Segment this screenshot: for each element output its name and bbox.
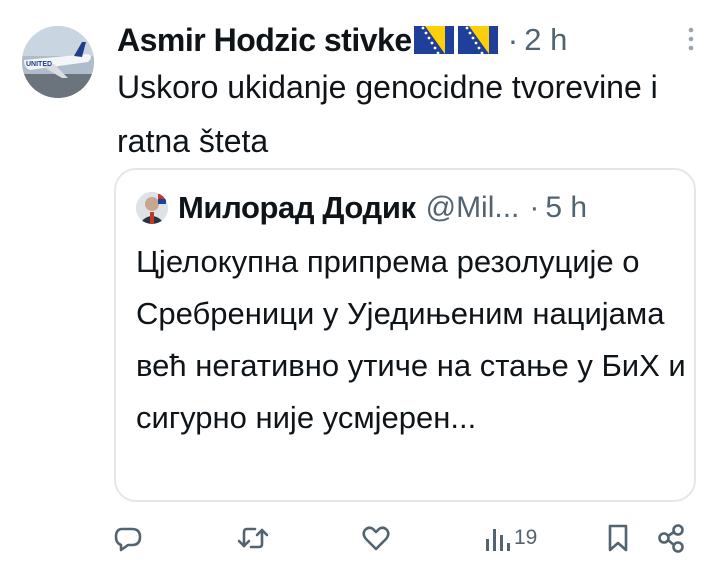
quoted-post-text: Цјелокупна припрема резолуције о Сребрен…	[136, 244, 686, 435]
bookmark-icon	[608, 524, 628, 552]
author-avatar[interactable]: UNITED	[22, 26, 94, 98]
quoted-author-handle: @Mil...	[425, 191, 520, 224]
more-options-icon[interactable]	[688, 26, 694, 52]
quoted-post[interactable]: Милорад Додик @Mil... · 5 h Цјелокупна п…	[114, 168, 696, 502]
post-header: Asmir Hodzic stivke · 2 h	[117, 18, 720, 62]
bookmark-button[interactable]	[606, 520, 630, 556]
like-icon	[362, 526, 390, 551]
post-text: Uskoro ukidanje genocidne tvorevine i ra…	[117, 69, 658, 159]
post-time[interactable]: 2 h	[524, 22, 567, 58]
views-icon	[486, 529, 510, 551]
share-icon	[658, 524, 684, 553]
quoted-author-name: Милорад Додик	[178, 190, 416, 225]
quoted-post-time: 5 h	[545, 191, 588, 224]
reply-button[interactable]	[112, 520, 144, 556]
reply-icon	[114, 527, 142, 552]
action-bar: 19	[0, 516, 720, 560]
bosnia-herzegovina-flag-icon	[457, 26, 498, 54]
bosnia-herzegovina-flag-icon	[413, 26, 454, 54]
retweet-button[interactable]	[236, 520, 270, 556]
quoted-author-avatar	[136, 192, 168, 224]
author-name[interactable]: Asmir Hodzic stivke	[117, 22, 412, 59]
like-button[interactable]	[360, 520, 392, 556]
airplane-avatar-image: UNITED	[22, 26, 94, 98]
retweet-icon	[237, 527, 269, 549]
person-avatar-image	[136, 192, 168, 224]
separator-dot: ·	[507, 21, 519, 58]
share-button[interactable]	[656, 520, 686, 556]
avatar-logo-text: UNITED	[26, 61, 52, 68]
views-count: 19	[514, 526, 538, 549]
separator-dot: ·	[529, 191, 540, 224]
quoted-post-header: Милорад Додик @Mil... · 5 h	[136, 188, 682, 228]
views-button[interactable]: 19	[484, 520, 537, 556]
